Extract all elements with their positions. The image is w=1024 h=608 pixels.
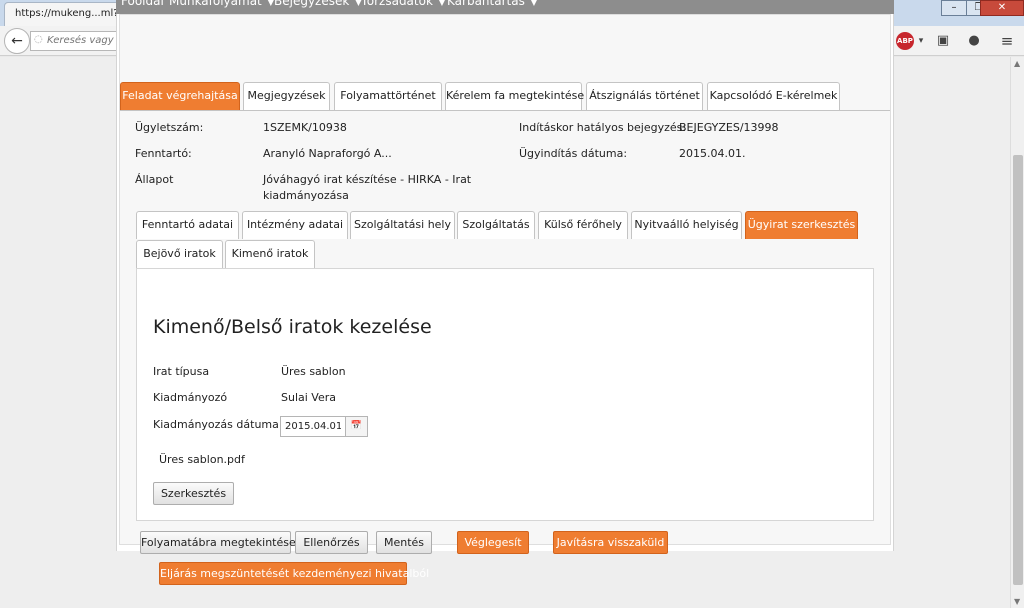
status-value-line1: Jóváhagyó irat készítése - HIRKA - Irat (263, 173, 472, 186)
issue-date-label: Kiadmányozás dátuma (153, 418, 279, 431)
entry-label: Indításkor hatályos bejegyzés: (519, 121, 687, 134)
issuer-label: Kiadmányozó (153, 391, 228, 404)
scroll-thumb[interactable] (1013, 155, 1023, 585)
window-close-icon[interactable]: ✕ (980, 0, 1024, 16)
file-name[interactable]: Üres sablon.pdf (159, 452, 245, 467)
menu-item-workflow[interactable]: Munkafolyamat ▼ (169, 0, 274, 8)
tab-divider (120, 110, 890, 111)
maintainer-value: Aranyló Napraforgó A... (263, 147, 392, 160)
tab-service[interactable]: Szolgáltatás (457, 211, 535, 239)
terminate-procedure-button[interactable]: Eljárás megszüntetését kezdeményezi hiva… (159, 562, 429, 585)
tab-task-execution[interactable]: Feladat végrehajtása (120, 82, 240, 110)
start-date-label: Ügyindítás dátuma: (519, 147, 628, 160)
edit-button[interactable]: Szerkesztés (153, 482, 234, 505)
back-arrow-icon[interactable]: ← (4, 28, 30, 54)
chevron-down-icon: ▼ (438, 0, 446, 7)
start-date-value: 2015.04.01. (679, 147, 746, 160)
menu-item-home[interactable]: Főoldal (121, 0, 164, 8)
scroll-up-icon[interactable]: ▲ (1014, 59, 1020, 68)
hamburger-menu-icon[interactable]: ≡ (998, 32, 1016, 50)
case-number-value: 1SZEMK/10938 (263, 121, 347, 134)
status-label: Állapot (135, 173, 174, 186)
tab-open-room[interactable]: Nyitvaálló helyiség (631, 211, 742, 239)
tab-case-editing[interactable]: Ügyirat szerkesztés (745, 211, 858, 239)
maintainer-label: Fenntartó: (135, 147, 192, 160)
menu-item-entries[interactable]: Bejegyzések ▼ (274, 0, 361, 8)
tab-institution-data[interactable]: Intézmény adatai (242, 211, 348, 239)
chevron-down-icon: ▼ (530, 0, 537, 7)
document-type-label: Irat típusa (153, 365, 210, 378)
minimize-icon[interactable]: – (941, 0, 967, 16)
menu-item-maintenance[interactable]: Karbantartás ▼ (447, 0, 537, 8)
tab-outgoing-documents[interactable]: Kimenő iratok (225, 240, 315, 268)
entry-value: BEJEGYZES/13998 (679, 121, 779, 134)
view-flowchart-button[interactable]: Folyamatábra megtekintése (140, 531, 296, 554)
issuer-value: Sulai Vera (281, 391, 337, 404)
adblock-dropdown-icon[interactable]: ▾ (912, 32, 930, 50)
tab-notes[interactable]: Megjegyzések (243, 82, 330, 110)
documents-panel (136, 268, 874, 521)
tab-request-tree[interactable]: Kérelem fa megtekintése (445, 82, 584, 110)
tab-related-requests[interactable]: Kapcsolódó E-kérelmek (707, 82, 840, 110)
tab-incoming-documents[interactable]: Bejövő iratok (136, 240, 223, 268)
screenshot-icon[interactable]: ▣ (934, 32, 952, 50)
issue-date-field[interactable] (280, 416, 346, 437)
calendar-icon[interactable]: 📅 (346, 416, 368, 437)
page-scrollbar[interactable]: ▲ ▼ (1010, 57, 1024, 608)
tab-reassignment-history[interactable]: Átszignálás történet (586, 82, 703, 110)
tab-service-location[interactable]: Szolgáltatási hely (350, 211, 455, 239)
menu-item-master-data[interactable]: Törzsadatok ▼ (361, 0, 445, 8)
document-type-value: Üres sablon (281, 365, 346, 378)
panel-title: Kimenő/Belső iratok kezelése (153, 316, 432, 338)
chevron-down-icon: ▼ (267, 0, 274, 7)
chat-icon[interactable]: ● (965, 32, 983, 50)
tab-external-capacity[interactable]: Külső férőhely (538, 211, 628, 239)
save-button[interactable]: Mentés (376, 531, 432, 554)
return-for-correction-button[interactable]: Javításra visszaküld (553, 531, 668, 554)
case-number-label: Ügyletszám: (135, 121, 204, 134)
top-menu: Főoldal Munkafolyamat ▼ Bejegyzések ▼ Törz… (116, 0, 894, 14)
check-button[interactable]: Ellenőrzés (295, 531, 368, 554)
scroll-down-icon[interactable]: ▼ (1014, 597, 1020, 606)
finalize-button[interactable]: Véglegesít (457, 531, 529, 554)
globe-icon: ◌ (34, 34, 43, 45)
status-value-line2: kiadmányozása (263, 189, 349, 202)
tab-process-history[interactable]: Folyamattörténet (334, 82, 442, 110)
tab-maintainer-data[interactable]: Fenntartó adatai (136, 211, 239, 239)
